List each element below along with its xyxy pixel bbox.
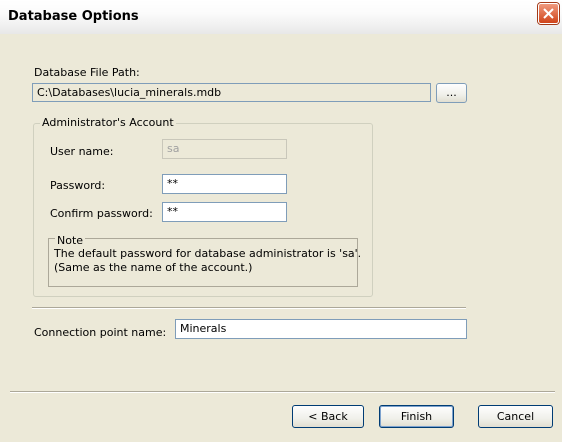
note-label: Note: [55, 234, 86, 247]
connection-point-label: Connection point name:: [34, 326, 167, 339]
password-label: Password:: [50, 179, 106, 192]
db-path-label: Database File Path:: [34, 66, 140, 79]
window-title: Database Options: [8, 9, 139, 24]
finish-button[interactable]: Finish: [379, 405, 454, 428]
password-field[interactable]: **: [162, 174, 287, 194]
title-bar[interactable]: Database Options: [0, 0, 562, 34]
dialog-window: Database Options Database File Path: C:\…: [0, 0, 562, 442]
connection-point-field[interactable]: Minerals: [175, 319, 467, 339]
note-line-1: The default password for database admini…: [54, 247, 362, 260]
confirm-password-label: Confirm password:: [50, 207, 153, 220]
username-label: User name:: [50, 145, 114, 158]
close-icon[interactable]: [538, 3, 559, 24]
dialog-body: Database File Path: C:\Databases\lucia_m…: [0, 34, 562, 442]
browse-button[interactable]: ...: [436, 83, 467, 103]
username-field[interactable]: sa: [162, 139, 287, 159]
note-line-2: (Same as the name of the account.): [54, 261, 253, 274]
separator-bottom: [10, 391, 555, 393]
separator-top: [32, 307, 466, 309]
confirm-password-field[interactable]: **: [162, 202, 287, 222]
cancel-button[interactable]: Cancel: [478, 405, 553, 428]
admin-account-group-label: Administrator's Account: [40, 116, 176, 129]
back-button[interactable]: < Back: [292, 405, 364, 428]
db-path-field[interactable]: C:\Databases\lucia_minerals.mdb: [32, 83, 431, 102]
